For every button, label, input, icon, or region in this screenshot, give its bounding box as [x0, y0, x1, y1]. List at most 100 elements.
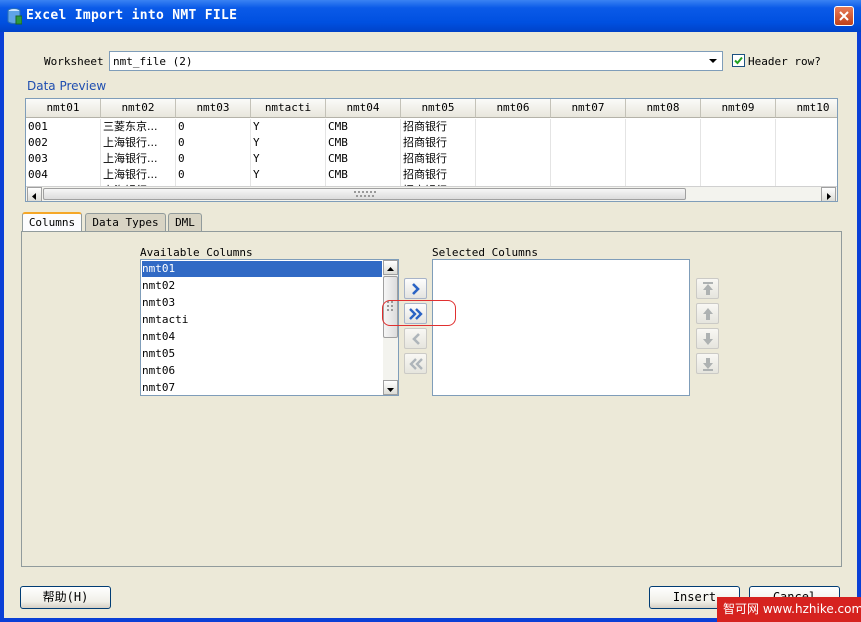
- table-cell[interactable]: [626, 151, 701, 167]
- list-item[interactable]: nmt07: [142, 380, 382, 395]
- list-item[interactable]: nmt02: [142, 278, 382, 294]
- scroll-right-button[interactable]: [821, 187, 836, 201]
- table-cell[interactable]: CMB: [326, 151, 401, 167]
- table-cell[interactable]: 上海银行...: [101, 151, 176, 167]
- list-item[interactable]: nmtacti: [142, 312, 382, 328]
- table-cell[interactable]: [701, 167, 776, 183]
- table-cell[interactable]: [626, 135, 701, 151]
- table-cell[interactable]: 上海银行...: [101, 135, 176, 151]
- arrow-up-icon: [703, 308, 713, 320]
- table-cell[interactable]: 三菱东京...: [101, 119, 176, 135]
- scroll-left-button[interactable]: [27, 187, 42, 201]
- table-cell[interactable]: [776, 151, 837, 167]
- list-item[interactable]: nmt04: [142, 329, 382, 345]
- table-cell[interactable]: 003: [26, 151, 101, 167]
- table-cell[interactable]: [776, 119, 837, 135]
- scrollbar-thumb[interactable]: [43, 188, 686, 200]
- close-icon: [839, 11, 849, 21]
- table-cell[interactable]: [551, 151, 626, 167]
- table-cell[interactable]: 招商银行: [401, 119, 476, 135]
- data-preview-title: Data Preview: [27, 79, 107, 93]
- column-header[interactable]: nmt02: [101, 99, 176, 118]
- available-columns-list[interactable]: nmt01 nmt02 nmt03 nmtacti nmt04 nmt05 nmt06 nmt…: [140, 259, 399, 396]
- table-cell[interactable]: [476, 167, 551, 183]
- list-item[interactable]: nmt03: [142, 295, 382, 311]
- table-cell[interactable]: Y: [251, 135, 326, 151]
- horizontal-scrollbar[interactable]: [26, 186, 837, 201]
- site-watermark: 智可网 www.hzhike.com: [717, 597, 861, 622]
- column-header[interactable]: nmt06: [476, 99, 551, 118]
- column-header[interactable]: nmt08: [626, 99, 701, 118]
- table-cell[interactable]: CMB: [326, 119, 401, 135]
- table-cell[interactable]: [701, 119, 776, 135]
- table-cell[interactable]: [776, 167, 837, 183]
- table-cell[interactable]: Y: [251, 119, 326, 135]
- header-row-checkbox[interactable]: [732, 54, 745, 67]
- chevron-down-icon[interactable]: [706, 54, 720, 68]
- arrow-up-icon: [387, 267, 394, 271]
- table-cell[interactable]: 上海银行...: [101, 167, 176, 183]
- move-down-button[interactable]: [696, 328, 719, 349]
- table-cell[interactable]: CMB: [326, 135, 401, 151]
- selected-columns-list[interactable]: [432, 259, 690, 396]
- column-header[interactable]: nmt07: [551, 99, 626, 118]
- vertical-scrollbar[interactable]: [383, 260, 398, 395]
- scroll-down-button[interactable]: [383, 380, 398, 395]
- table-cell[interactable]: 0: [176, 135, 251, 151]
- table-cell[interactable]: [701, 135, 776, 151]
- tab-dml[interactable]: DML: [168, 213, 202, 232]
- move-up-button[interactable]: [696, 303, 719, 324]
- tab-data-types[interactable]: Data Types: [85, 213, 166, 232]
- table-cell[interactable]: 0: [176, 167, 251, 183]
- tab-columns[interactable]: Columns: [22, 212, 82, 232]
- column-header[interactable]: nmt05: [401, 99, 476, 118]
- table-cell[interactable]: Y: [251, 167, 326, 183]
- table-cell[interactable]: [551, 167, 626, 183]
- chevron-left-icon: [412, 333, 420, 345]
- remove-all-columns-button[interactable]: [404, 353, 427, 374]
- table-cell[interactable]: [626, 167, 701, 183]
- title-bar[interactable]: Excel Import into NMT FILE: [0, 0, 861, 32]
- column-header[interactable]: nmt09: [701, 99, 776, 118]
- dialog-body: Worksheet nmt_file (2) Header row? Data …: [4, 32, 857, 618]
- column-header[interactable]: nmt03: [176, 99, 251, 118]
- table-cell[interactable]: [551, 135, 626, 151]
- table-cell[interactable]: [626, 119, 701, 135]
- scroll-up-button[interactable]: [383, 260, 398, 275]
- column-header[interactable]: nmtacti: [251, 99, 326, 118]
- table-cell[interactable]: 004: [26, 167, 101, 183]
- table-cell[interactable]: Y: [251, 151, 326, 167]
- table-cell[interactable]: [701, 151, 776, 167]
- data-preview-grid[interactable]: nmt01 nmt02 nmt03 nmtacti nmt04 nmt05 nmt06 nmt…: [25, 98, 838, 202]
- table-cell[interactable]: 001: [26, 119, 101, 135]
- table-cell[interactable]: 招商银行: [401, 151, 476, 167]
- add-column-button[interactable]: [404, 278, 427, 299]
- table-cell[interactable]: [476, 135, 551, 151]
- worksheet-value: nmt_file (2): [113, 55, 193, 68]
- move-bottom-button[interactable]: [696, 353, 719, 374]
- table-cell[interactable]: CMB: [326, 167, 401, 183]
- table-cell[interactable]: 0: [176, 151, 251, 167]
- table-cell[interactable]: [776, 135, 837, 151]
- list-item[interactable]: nmt01: [142, 261, 382, 277]
- list-item[interactable]: nmt06: [142, 363, 382, 379]
- table-cell[interactable]: 招商银行: [401, 135, 476, 151]
- column-header[interactable]: nmt04: [326, 99, 401, 118]
- help-button[interactable]: 帮助(H): [20, 586, 111, 609]
- column-header[interactable]: nmt01: [26, 99, 101, 118]
- table-cell[interactable]: 002: [26, 135, 101, 151]
- list-item[interactable]: nmt05: [142, 346, 382, 362]
- remove-column-button[interactable]: [404, 328, 427, 349]
- table-cell[interactable]: 招商银行: [401, 167, 476, 183]
- table-cell[interactable]: [476, 119, 551, 135]
- worksheet-select[interactable]: nmt_file (2): [109, 51, 723, 71]
- table-cell[interactable]: [551, 119, 626, 135]
- app-icon: [7, 8, 22, 25]
- table-cell[interactable]: 0: [176, 119, 251, 135]
- worksheet-label: Worksheet: [44, 55, 104, 68]
- arrow-bottom-icon: [703, 358, 713, 371]
- move-top-button[interactable]: [696, 278, 719, 299]
- table-cell[interactable]: [476, 151, 551, 167]
- close-button[interactable]: [834, 6, 854, 26]
- column-header[interactable]: nmt10: [776, 99, 837, 118]
